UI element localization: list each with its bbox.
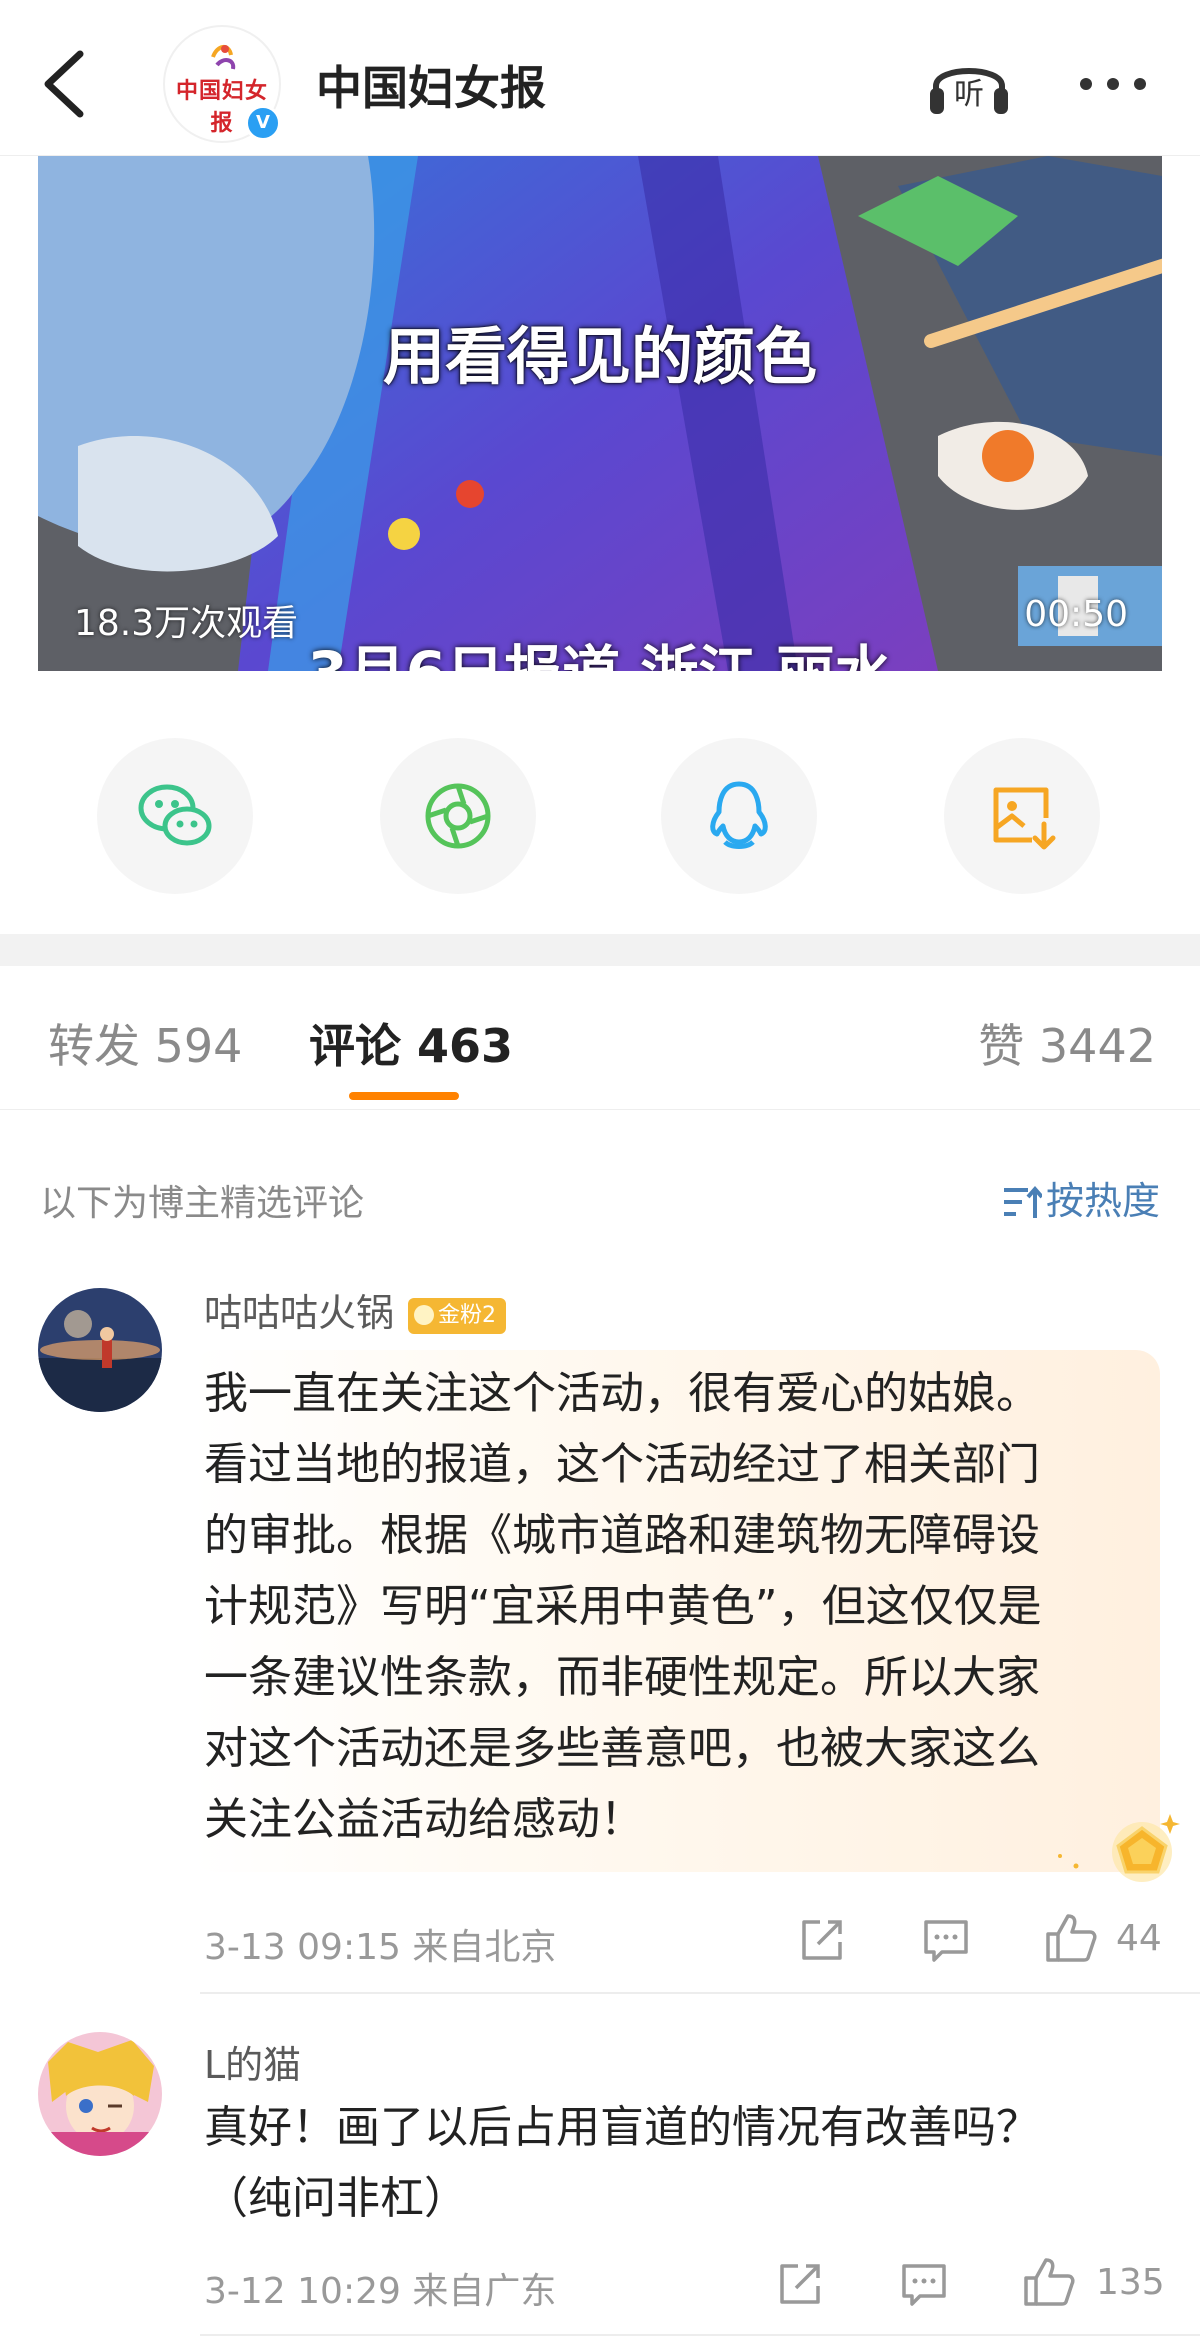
verified-badge-icon: V	[245, 105, 281, 141]
comment-meta: 3-12 10:29 来自广东	[204, 2271, 557, 2312]
like-count: 135	[1096, 2262, 1165, 2303]
share-qq-button[interactable]	[661, 738, 817, 894]
comment-divider	[200, 1992, 1200, 1994]
page-title[interactable]: 中国妇女报	[316, 52, 546, 118]
tab-bar: 转发 594 评论 463 赞 3442	[0, 966, 1200, 1110]
diamond-icon	[414, 1305, 435, 1325]
tab-repost[interactable]: 转发 594	[48, 1010, 242, 1076]
comment-line: 一条建议性条款，而非硬性规定。所以大家	[204, 1652, 1040, 1703]
featured-comments-note: 以下为博主精选评论	[40, 1183, 365, 1224]
like-count: 44	[1116, 1918, 1162, 1959]
svg-text:听: 听	[954, 77, 984, 112]
comment-line: 我一直在关注这个活动，很有爱心的姑娘。	[204, 1368, 1040, 1419]
commenter-avatar[interactable]	[38, 1288, 162, 1412]
comment-line: 的审批。根据《城市道路和建筑物无障碍设	[204, 1510, 1040, 1561]
account-avatar[interactable]: 中国妇女报 V	[163, 25, 281, 143]
more-dots-icon	[1080, 78, 1146, 90]
reply-comment-button[interactable]	[922, 1916, 970, 1968]
more-options-button[interactable]	[1074, 64, 1152, 104]
share-moments-button[interactable]	[380, 738, 536, 894]
chevron-left-icon	[44, 50, 84, 118]
gold-fan-gem-icon	[1058, 1814, 1180, 1882]
share-wechat-button[interactable]	[97, 738, 253, 894]
commenter-name[interactable]: L的猫	[204, 2034, 301, 2089]
comment-line: （纯问非杠）	[204, 2173, 468, 2224]
tab-comment[interactable]: 评论 463	[309, 1010, 513, 1076]
sort-icon	[1003, 1185, 1044, 1218]
commenter-name-text: 咕咕咕火锅	[204, 1291, 395, 1335]
comment-icon	[924, 1920, 968, 1962]
reply-comment-button[interactable]	[900, 2260, 948, 2312]
video-player[interactable]: 用看得见的颜色 3月6日报道 浙江 丽水 18.3万次观看 00:50	[38, 156, 1162, 671]
top-bar: 中国妇女报 V 中国妇女报 听	[0, 0, 1200, 156]
comment-line: 真好！画了以后占用盲道的情况有改善吗？	[204, 2102, 1040, 2153]
repost-comment-button[interactable]	[798, 1916, 846, 1968]
sort-label: 按热度	[1045, 1179, 1160, 1223]
qq-icon	[710, 781, 768, 849]
video-caption: 用看得见的颜色	[382, 320, 817, 393]
fan-badge-label: 金粉2	[438, 1303, 497, 1328]
comment-line: 看过当地的报道，这个活动经过了相关部门	[204, 1439, 1040, 1490]
video-duration: 00:50	[1024, 594, 1128, 635]
avatar-image	[38, 1288, 162, 1412]
headphones-icon: 听	[930, 68, 1008, 114]
thumbs-up-icon	[1046, 1914, 1097, 1962]
like-comment-button[interactable]	[1022, 2256, 1076, 2312]
comment-line: 对这个活动还是多些善意吧，也被大家这么	[204, 1723, 1040, 1774]
fan-level-badge: 金粉2	[408, 1298, 507, 1334]
avatar-image	[38, 2032, 162, 2156]
active-tab-indicator	[349, 1092, 459, 1100]
view-count: 18.3万次观看	[74, 603, 299, 644]
repost-comment-button[interactable]	[776, 2260, 824, 2312]
comment-body: 我一直在关注这个活动，很有爱心的姑娘。 看过当地的报道，这个活动经过了相关部门 …	[204, 1358, 1042, 1855]
save-image-icon	[993, 787, 1056, 850]
wechat-icon	[138, 784, 212, 846]
commenter-name[interactable]: 咕咕咕火锅 金粉2	[204, 1282, 507, 1337]
share-icon	[780, 2264, 820, 2304]
tab-like[interactable]: 赞 3442	[978, 1010, 1156, 1076]
share-icon	[802, 1920, 842, 1960]
moments-icon	[425, 783, 491, 849]
comment-divider	[200, 2334, 1200, 2336]
comment-meta: 3-13 09:15 来自北京	[204, 1927, 557, 1968]
save-image-button[interactable]	[944, 738, 1100, 894]
thumbs-up-icon	[1024, 2258, 1075, 2306]
commenter-avatar[interactable]	[38, 2032, 162, 2156]
comment-line: 关注公益活动给感动！	[204, 1794, 644, 1845]
comment-body: 真好！画了以后占用盲道的情况有改善吗？ （纯问非杠）	[204, 2092, 1040, 2234]
back-button[interactable]	[36, 44, 96, 124]
section-divider	[0, 934, 1200, 966]
like-comment-button[interactable]	[1044, 1912, 1098, 1968]
sort-by-popularity-button[interactable]: 按热度	[1002, 1170, 1160, 1225]
comment-icon	[902, 2264, 946, 2306]
listen-button[interactable]: 听	[926, 50, 1012, 118]
comment-line: 计规范》写明“宜采用中黄色”，但这仅仅是	[204, 1581, 1042, 1632]
